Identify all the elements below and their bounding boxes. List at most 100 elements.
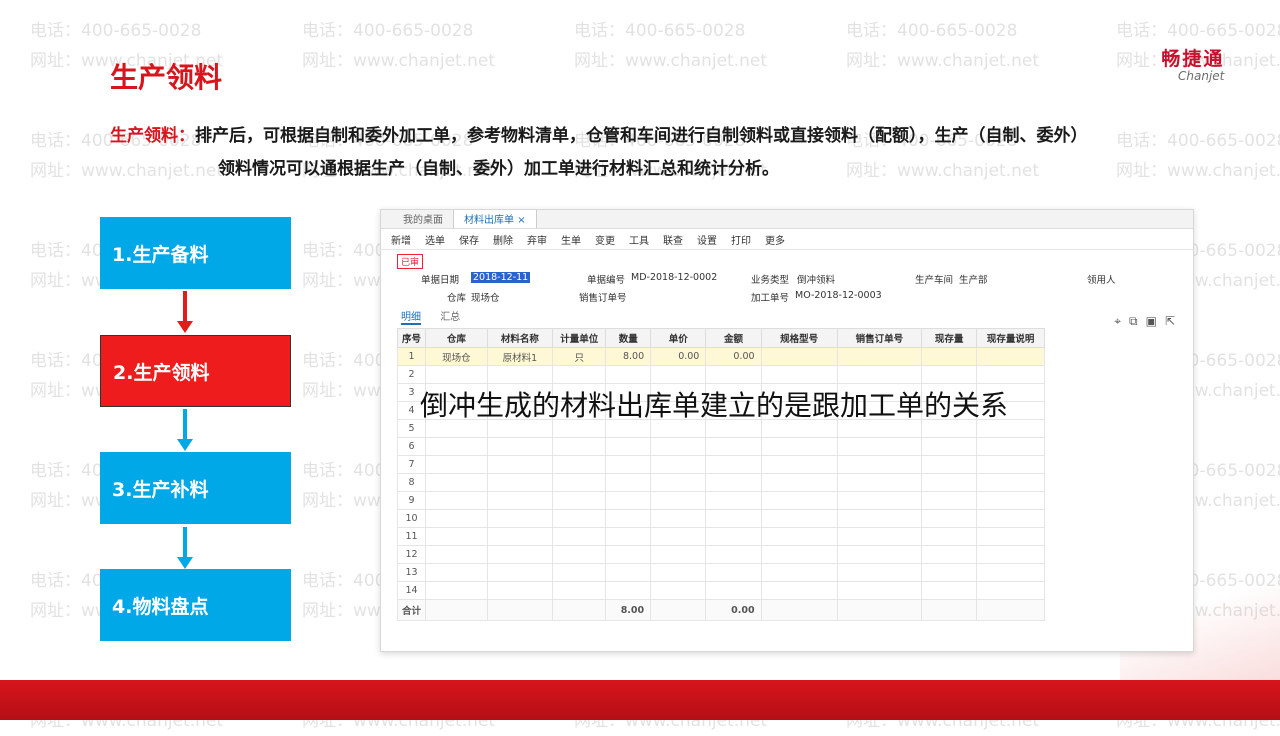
table-row[interactable]: 14 <box>396 581 1045 600</box>
table-cell[interactable] <box>976 365 1045 384</box>
table-cell[interactable] <box>705 545 762 564</box>
workorder-field[interactable]: MO-2018-12-0003 <box>795 290 882 301</box>
folder-icon[interactable]: ▣ <box>1146 314 1165 328</box>
table-cell[interactable]: 11 <box>396 527 427 546</box>
table-row[interactable]: 13 <box>396 563 1045 582</box>
table-cell[interactable] <box>552 491 607 510</box>
table-cell[interactable] <box>705 437 762 456</box>
table-cell[interactable] <box>836 509 923 528</box>
table-cell[interactable]: 12 <box>396 545 427 564</box>
table-cell[interactable] <box>605 455 652 474</box>
table-cell[interactable] <box>976 509 1045 528</box>
table-cell[interactable] <box>976 455 1045 474</box>
table-cell[interactable] <box>486 491 554 510</box>
table-cell[interactable] <box>921 545 978 564</box>
table-cell[interactable] <box>760 347 838 366</box>
table-cell[interactable]: 现场仓 <box>425 347 488 366</box>
tab-material-out[interactable]: 材料出库单 × <box>453 210 537 228</box>
table-cell[interactable] <box>650 473 707 492</box>
table-cell[interactable] <box>605 527 652 546</box>
table-cell[interactable] <box>836 437 923 456</box>
table-cell[interactable] <box>705 473 762 492</box>
toolbar-save[interactable]: 保存 <box>459 232 479 247</box>
table-cell[interactable] <box>976 527 1045 546</box>
table-cell[interactable] <box>836 455 923 474</box>
table-cell[interactable] <box>650 563 707 582</box>
column-header[interactable]: 单价 <box>650 328 707 348</box>
table-cell[interactable] <box>921 455 978 474</box>
table-cell[interactable] <box>486 455 554 474</box>
table-cell[interactable] <box>425 581 488 600</box>
table-cell[interactable] <box>976 473 1045 492</box>
table-cell[interactable] <box>552 455 607 474</box>
table-cell[interactable] <box>605 437 652 456</box>
table-cell[interactable] <box>705 455 762 474</box>
column-header[interactable]: 仓库 <box>425 328 488 348</box>
copy-icon[interactable]: ⧉ <box>1129 314 1146 328</box>
table-cell[interactable] <box>605 509 652 528</box>
table-cell[interactable] <box>836 545 923 564</box>
table-cell[interactable] <box>650 437 707 456</box>
toolbar-query[interactable]: 联查 <box>663 232 683 247</box>
table-cell[interactable] <box>425 365 488 384</box>
table-cell[interactable] <box>486 563 554 582</box>
table-cell[interactable] <box>425 473 488 492</box>
column-header[interactable]: 销售订单号 <box>836 328 923 348</box>
table-cell[interactable] <box>552 365 607 384</box>
table-cell[interactable] <box>605 545 652 564</box>
table-cell[interactable] <box>705 581 762 600</box>
toolbar-generate[interactable]: 生单 <box>561 232 581 247</box>
subtab-detail[interactable]: 明细 <box>401 312 421 325</box>
table-cell[interactable] <box>552 509 607 528</box>
table-cell[interactable] <box>650 455 707 474</box>
table-cell[interactable] <box>605 365 652 384</box>
table-cell[interactable] <box>486 545 554 564</box>
table-cell[interactable] <box>976 347 1045 366</box>
table-cell[interactable] <box>650 527 707 546</box>
table-row[interactable]: 12 <box>396 545 1045 564</box>
table-cell[interactable]: 7 <box>396 455 427 474</box>
table-cell[interactable] <box>976 581 1045 600</box>
table-cell[interactable] <box>552 527 607 546</box>
table-row[interactable]: 9 <box>396 491 1045 510</box>
table-row[interactable]: 8 <box>396 473 1045 492</box>
column-header[interactable]: 现存量说明 <box>976 328 1045 348</box>
table-cell[interactable] <box>705 365 762 384</box>
table-cell[interactable] <box>760 563 838 582</box>
table-cell[interactable] <box>760 491 838 510</box>
column-header[interactable]: 材料名称 <box>486 328 554 348</box>
table-cell[interactable] <box>552 473 607 492</box>
column-header[interactable]: 现存量 <box>921 328 978 348</box>
table-cell[interactable] <box>650 509 707 528</box>
table-cell[interactable] <box>976 437 1045 456</box>
table-cell[interactable]: 2 <box>396 365 427 384</box>
docno-field[interactable]: MD-2018-12-0002 <box>631 272 717 283</box>
table-cell[interactable] <box>605 563 652 582</box>
table-cell[interactable]: 13 <box>396 563 427 582</box>
table-cell[interactable] <box>760 509 838 528</box>
table-cell[interactable] <box>921 347 978 366</box>
table-cell[interactable] <box>425 491 488 510</box>
table-row[interactable]: 11 <box>396 527 1045 546</box>
table-cell[interactable] <box>486 473 554 492</box>
toolbar-change[interactable]: 变更 <box>595 232 615 247</box>
table-cell[interactable]: 原材料1 <box>486 347 554 366</box>
table-cell[interactable] <box>552 581 607 600</box>
table-cell[interactable] <box>425 437 488 456</box>
table-cell[interactable] <box>921 527 978 546</box>
table-cell[interactable]: 10 <box>396 509 427 528</box>
toolbar-new[interactable]: 新增 <box>391 232 411 247</box>
workshop-field[interactable]: 生产部 <box>959 272 988 286</box>
table-cell[interactable] <box>921 437 978 456</box>
column-header[interactable]: 数量 <box>605 328 652 348</box>
table-cell[interactable] <box>976 545 1045 564</box>
table-cell[interactable] <box>650 545 707 564</box>
table-cell[interactable] <box>650 365 707 384</box>
table-cell[interactable]: 只 <box>552 347 607 366</box>
table-row[interactable]: 7 <box>396 455 1045 474</box>
table-cell[interactable] <box>760 545 838 564</box>
step-1[interactable]: 1.生产备料 <box>100 217 291 289</box>
column-header[interactable]: 规格型号 <box>760 328 838 348</box>
table-cell[interactable] <box>836 563 923 582</box>
subtab-summary[interactable]: 汇总 <box>440 312 460 323</box>
